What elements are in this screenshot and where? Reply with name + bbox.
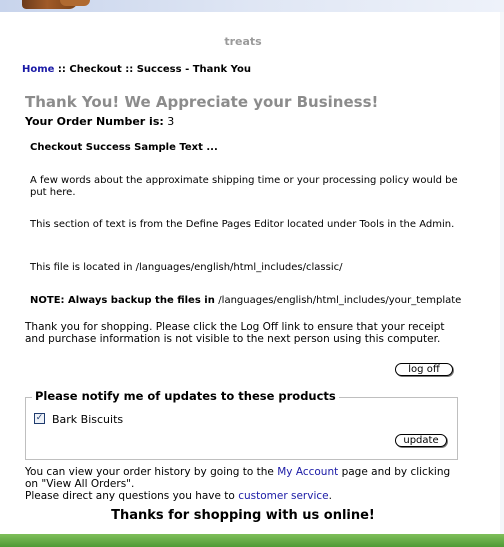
my-account-link[interactable]: My Account (277, 466, 338, 478)
define-page-paragraph: A few words about the approximate shippi… (30, 175, 458, 198)
breadcrumb-current: Success - Thank You (136, 64, 251, 75)
product-name: Bark Biscuits (52, 413, 124, 426)
product-notify-checkbox[interactable]: ✓ (34, 413, 45, 424)
history-prefix: You can view your order history by going… (25, 466, 278, 478)
define-page-note: NOTE: Always backup the files in /langua… (30, 295, 470, 307)
order-number-line: Your Order Number is: 3 (25, 115, 174, 128)
page-heading: Thank You! We Appreciate your Business! (25, 93, 379, 111)
breadcrumb-separator: :: (121, 64, 137, 75)
logo-image-part (60, 0, 90, 6)
log-off-button[interactable]: log off (395, 363, 453, 376)
page-edge (500, 12, 504, 534)
footer-bar (0, 534, 504, 547)
define-page-title: Checkout Success Sample Text ... (30, 142, 218, 153)
update-button[interactable]: update (395, 434, 447, 447)
questions-end: . (328, 490, 332, 502)
order-number-label: Your Order Number is: (25, 115, 164, 128)
logoff-message: Thank you for shopping. Please click the… (25, 321, 445, 345)
customer-service-link[interactable]: customer service (238, 490, 328, 502)
notify-fieldset (25, 397, 458, 460)
order-number-value: 3 (167, 115, 175, 128)
note-label: NOTE: Always backup the files in (30, 295, 219, 306)
notify-legend: Please notify me of updates to these pro… (32, 389, 339, 403)
note-path: /languages/english/html_includes/your_te… (218, 295, 462, 306)
define-page-paragraph: This section of text is from the Define … (30, 219, 455, 230)
define-page-paragraph: This file is located in /languages/engli… (30, 262, 343, 273)
breadcrumb-checkout[interactable]: Checkout (69, 64, 121, 75)
order-history-text: You can view your order history by going… (25, 466, 455, 502)
breadcrumb-home-link[interactable]: Home (22, 64, 54, 75)
breadcrumb: Home :: Checkout :: Success - Thank You (22, 64, 251, 75)
thanks-message: Thanks for shopping with us online! (111, 508, 375, 523)
store-title: treats (224, 35, 262, 48)
questions-text: Please direct any questions you have to (25, 490, 239, 502)
breadcrumb-separator: :: (54, 64, 70, 75)
